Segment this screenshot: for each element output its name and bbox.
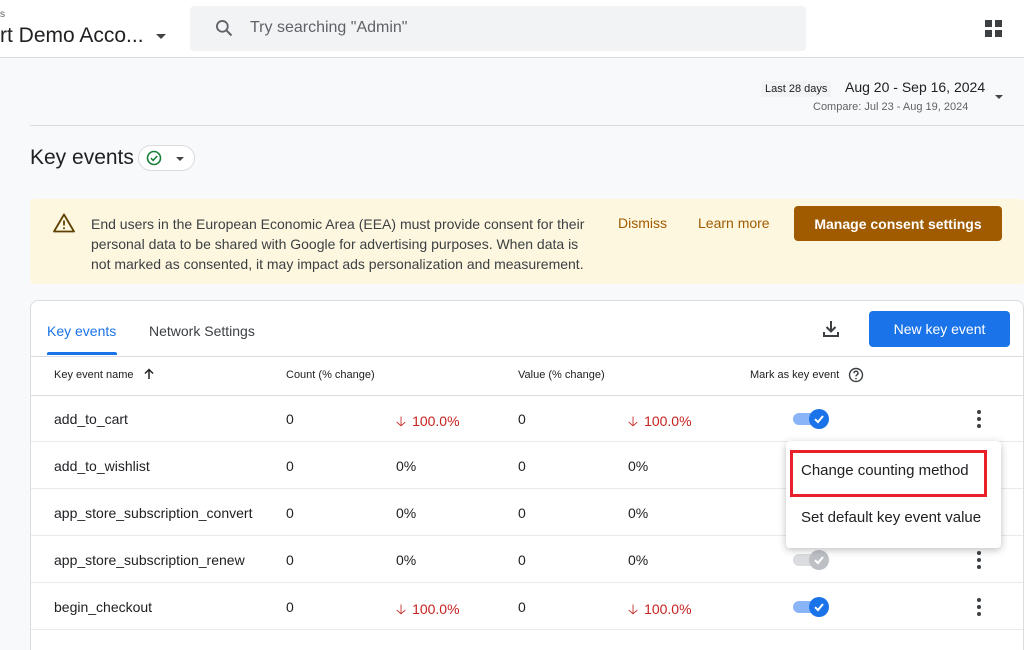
count-value: 0 [286,599,294,615]
value-change: 🡣 100.0% [628,411,692,435]
tab-network-settings[interactable]: Network Settings [149,323,255,339]
check-icon [814,603,824,612]
count-change: 🡣 100.0% [396,411,460,435]
download-icon[interactable] [821,319,841,339]
mark-as-key-event-toggle[interactable] [793,597,829,617]
manage-consent-button[interactable]: Manage consent settings [794,206,1002,241]
key-event-name: app_store_subscription_convert [54,505,253,521]
change-counting-method-item[interactable]: Change counting method [786,451,1001,491]
apps-grid-icon[interactable] [984,19,1004,39]
divider [31,356,1023,357]
divider [30,125,1024,126]
status-dropdown[interactable] [138,145,195,171]
mark-as-key-event-toggle[interactable] [793,409,829,429]
toggle-knob [809,409,829,429]
count-change: 0% [396,505,416,521]
active-tab-indicator [47,352,117,355]
header-key-event-name[interactable]: Key event name [54,369,134,381]
search-bar[interactable] [190,6,806,51]
header-value: Value (% change) [518,369,605,381]
toggle-knob [809,550,829,570]
count-change-text: 0% [396,552,417,568]
value-change-text: 0% [628,552,649,568]
account-label: s [0,9,5,20]
banner-message: End users in the European Economic Area … [91,216,585,272]
value-change: 0% [628,458,648,474]
value-change-text: 0% [628,458,649,474]
count-value: 0 [286,505,294,521]
count-value: 0 [286,552,294,568]
check-icon [814,415,824,424]
count-value: 0 [286,458,294,474]
value-value: 0 [518,552,526,568]
key-event-name: add_to_cart [54,411,128,427]
dismiss-link[interactable]: Dismiss [618,215,667,231]
arrow-down-icon: 🡣 [396,413,407,429]
chevron-down-icon [176,157,184,161]
date-dropdown-icon[interactable] [995,95,1003,99]
tab-key-events[interactable]: Key events [47,323,116,339]
mark-as-key-event-toggle[interactable] [793,550,829,570]
search-input[interactable] [250,16,770,40]
value-value: 0 [518,458,526,474]
value-value: 0 [518,411,526,427]
value-change: 0% [628,505,648,521]
header-mark-as-key-event: Mark as key event [750,369,840,381]
table-row[interactable]: add_to_cart 0 🡣 100.0% 0 🡣 100.0% [31,395,1023,442]
new-key-event-button[interactable]: New key event [869,311,1010,347]
check-circle-icon [146,150,162,166]
date-compare-text: Compare: Jul 23 - Aug 19, 2024 [813,101,969,113]
count-change: 🡣 100.0% [396,599,460,623]
arrow-down-icon: 🡣 [628,601,639,617]
search-icon [216,20,233,37]
value-change-text: 100.0% [644,601,692,617]
key-event-name: app_store_subscription_renew [54,552,245,568]
count-value: 0 [286,411,294,427]
check-icon [814,556,824,565]
key-event-name: add_to_wishlist [54,458,150,474]
value-change: 🡣 100.0% [628,599,692,623]
value-change: 0% [628,552,648,568]
more-vert-icon[interactable] [976,409,982,429]
table-row[interactable]: begin_checkout 0 🡣 100.0% 0 🡣 100.0% [31,583,1023,630]
value-value: 0 [518,505,526,521]
account-selector[interactable]: rt Demo Acco... [0,24,144,48]
more-vert-icon[interactable] [976,550,982,570]
date-range-text: Aug 20 - Sep 16, 2024 [845,79,986,95]
value-change-text: 100.0% [644,413,692,429]
count-change-text: 0% [396,458,417,474]
sort-arrow-up-icon[interactable] [143,368,155,380]
account-dropdown-icon[interactable] [156,34,166,39]
arrow-down-icon: 🡣 [396,601,407,617]
header-count: Count (% change) [286,369,375,381]
top-bar: s rt Demo Acco... [0,0,1024,58]
count-change-text: 100.0% [412,413,460,429]
page-title: Key events [30,146,134,169]
help-icon[interactable] [848,367,864,383]
row-actions-menu: Change counting method Set default key e… [786,441,1001,548]
warning-icon [53,213,75,233]
set-default-value-item[interactable]: Set default key event value [786,498,1001,538]
count-change-text: 0% [396,505,417,521]
toggle-knob [809,597,829,617]
key-event-name: begin_checkout [54,599,153,615]
count-change-text: 100.0% [412,601,460,617]
consent-banner: End users in the European Economic Area … [30,199,1024,284]
value-change-text: 0% [628,505,649,521]
learn-more-link[interactable]: Learn more [698,215,770,231]
more-vert-icon[interactable] [976,597,982,617]
date-range-picker[interactable]: Last 28 days Aug 20 - Sep 16, 2024 Compa… [0,58,1024,126]
date-preset-chip: Last 28 days [761,81,832,97]
arrow-down-icon: 🡣 [628,413,639,429]
count-change: 0% [396,458,416,474]
value-value: 0 [518,599,526,615]
count-change: 0% [396,552,416,568]
